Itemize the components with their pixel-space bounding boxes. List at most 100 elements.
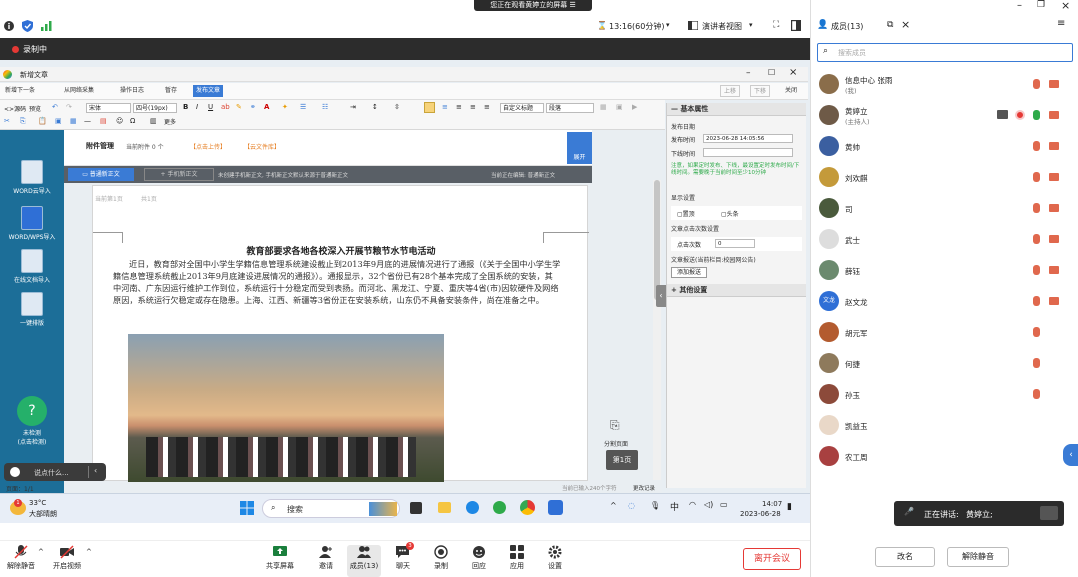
font-color-icon[interactable]: A [264,103,269,111]
collapse-panel-button[interactable]: ‹ [656,285,666,307]
font-select[interactable]: 宋体 [86,103,131,113]
video-icon[interactable]: ▶ [632,103,637,111]
clear-format-icon[interactable] [424,102,435,113]
task-view-icon[interactable] [410,502,422,514]
close-window-icon[interactable]: × [1061,0,1070,12]
cloud-library-link[interactable]: 【云文件库】 [244,142,280,151]
invite-control[interactable]: 邀请 [309,545,343,571]
taskbar-search[interactable]: ⌕ 搜索 [262,499,400,518]
copy-icon[interactable]: ⎘ [20,117,26,126]
mic-on-icon[interactable] [1033,110,1040,120]
members-control[interactable]: 成员(13) [347,545,381,577]
publish-button[interactable]: 发布文章 [193,85,224,97]
view-mode-button[interactable]: 演讲者视图 [702,21,742,32]
meeting-timer[interactable]: 13:16(60分钟) [609,21,664,32]
mic-tray-icon[interactable]: 🎙 [650,501,660,510]
auto-format-button[interactable]: 一键排版 [6,292,58,327]
add-push-button[interactable]: 添加报送 [671,267,708,278]
insert-image-icon[interactable]: ▣ [55,117,62,125]
highlight-icon[interactable]: ✦ [282,103,288,111]
editor-scrollbar[interactable] [653,180,661,480]
article-body[interactable]: 近日，教育部对全国中小学生学籍信息管理系统建设截止到2013年9月底的进展情况进… [113,258,561,306]
member-row[interactable]: 武士 [811,225,1078,255]
battery-icon[interactable]: ▭ [720,500,728,509]
restore-window-icon[interactable]: ❐ [1037,0,1045,10]
chevron-up-icon[interactable]: ^ [86,548,92,556]
paragraph-select[interactable]: 段落 [546,103,594,113]
unmute-all-button[interactable]: 解除静音 [947,547,1009,567]
member-row[interactable]: 文龙 赵文龙 [811,287,1078,317]
align-justify-icon[interactable]: ≡ [484,103,490,111]
split-page-icon[interactable]: ⎘ [610,418,620,433]
list-icon[interactable]: ☰ [300,103,306,111]
chevron-up-icon[interactable]: ^ [38,548,44,556]
online-doc-import-button[interactable]: 在线文档导入 [6,249,58,284]
bold-icon[interactable]: B [183,103,188,111]
paste-icon[interactable]: 📋 [38,117,47,125]
format-paint-icon[interactable]: ✎ [236,103,242,111]
member-row[interactable]: 信息中心 张雨 (我) [811,70,1078,100]
mic-muted-icon[interactable] [1033,203,1040,213]
image-icon[interactable]: ▣ [616,103,623,111]
camera-off-icon[interactable] [1049,111,1059,119]
member-row[interactable]: 胡元军 [811,318,1078,348]
volume-icon[interactable]: ◁) [704,500,713,509]
rename-button[interactable]: 改名 [875,547,935,567]
chevron-down-icon[interactable]: ▾ [666,21,670,29]
settings-control[interactable]: 设置 [538,545,572,571]
upload-link[interactable]: 【点击上传】 [190,142,226,151]
more-icon[interactable]: ▥ [150,117,157,125]
normal-body-button[interactable]: ▭ 普通新正文 [68,168,134,181]
mic-muted-icon[interactable] [1033,327,1040,337]
headline-checkbox[interactable]: ▢头条 [721,209,739,218]
file-explorer-icon[interactable] [438,502,451,513]
document-page[interactable]: 当前第1页 共1页 教育部要求各地各校深入开展节粮节水节电活动 近日，教育部对全… [92,185,589,482]
fullscreen-icon[interactable]: ⛶ [773,20,779,30]
source-code-button[interactable]: <>源码 [4,104,26,113]
align-right-icon[interactable]: ≡ [470,103,476,111]
member-row[interactable]: 凯益玉 [811,411,1078,441]
indent-icon[interactable]: ⇥ [350,103,356,111]
mobile-body-button[interactable]: + 手机新正文 [144,168,214,181]
member-row[interactable]: 黄婷立 (主持人) [811,101,1078,131]
chat-quick-input[interactable]: 说点什么... ‹ [4,463,106,481]
font-size-select[interactable]: 四号(19px) [133,103,177,113]
align-left-icon[interactable]: ≡ [442,103,448,111]
reaction-control[interactable]: 回应 [462,545,496,571]
split-page-label[interactable]: 分割页面 [604,439,628,448]
close-icon[interactable]: × [789,67,797,78]
clock-time[interactable]: 14:07 [762,500,782,508]
emoji-icon[interactable] [10,467,20,477]
minimize-icon[interactable]: – [746,68,751,78]
wifi-icon[interactable]: ◠ [689,500,696,509]
apps-control[interactable]: 应用 [500,545,534,571]
more-button[interactable]: 更多 [164,117,176,126]
camera-off-icon[interactable] [1049,235,1059,243]
publish-time-input[interactable]: 2023-06-28 14:05:56 [703,134,793,143]
offline-time-input[interactable] [703,148,793,157]
camera-off-icon[interactable] [1049,80,1059,88]
add-next-button[interactable]: 新增下一条 [2,85,38,97]
camera-off-icon[interactable] [1049,173,1059,181]
move-up-button[interactable]: 上移 [720,85,741,97]
camera-off-icon[interactable] [1049,297,1059,305]
member-row[interactable]: 何捷 [811,349,1078,379]
notification-icon[interactable]: ▮ [787,502,792,512]
chat-control[interactable]: 3 聊天 [386,542,420,571]
undo-icon[interactable]: ↶ [52,103,58,111]
close-panel-icon[interactable]: × [901,18,910,31]
clock-date[interactable]: 2023-06-28 [740,510,781,518]
article-title[interactable]: 教育部要求各地各校深入开展节粮节水节电活动 [113,244,569,257]
member-row[interactable]: 刘欢麒 [811,163,1078,193]
camera-off-icon[interactable] [1049,204,1059,212]
start-video-control[interactable]: 开启视频 [50,545,84,571]
mic-muted-icon[interactable] [1033,296,1040,306]
mic-muted-icon[interactable] [1033,389,1040,399]
underline-icon[interactable]: U [208,103,213,111]
table-icon[interactable]: ▦ [600,103,607,111]
tray-app-icon[interactable]: ◌ [628,501,635,510]
article-photo[interactable] [128,334,444,482]
mic-muted-icon[interactable] [1033,172,1040,182]
insert-table-icon[interactable]: ▦ [70,117,77,125]
maximize-icon[interactable]: ☐ [768,68,775,77]
